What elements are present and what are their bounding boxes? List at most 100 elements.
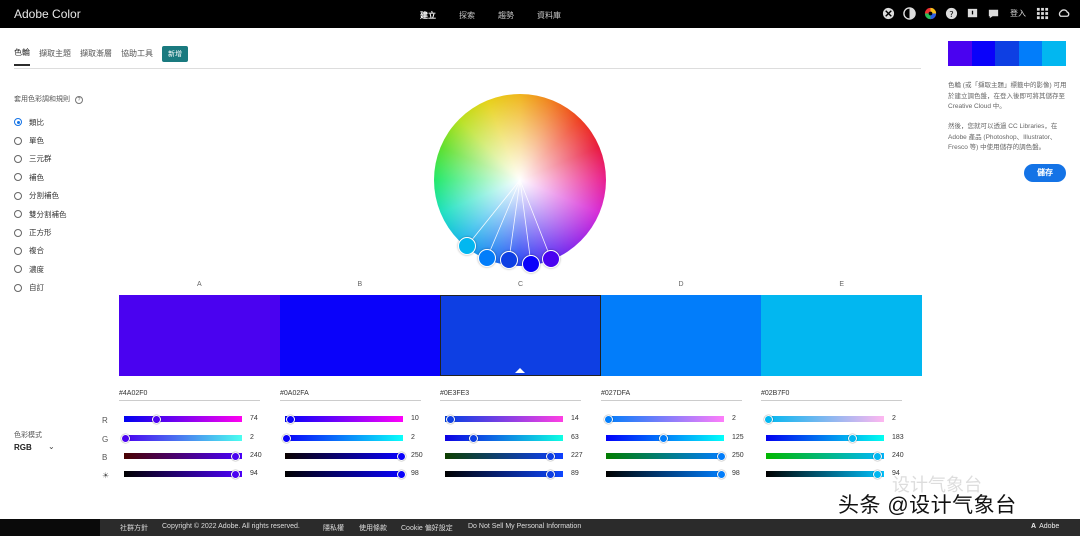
brightness-value[interactable]: 94 bbox=[250, 470, 258, 477]
blue-slider[interactable] bbox=[285, 451, 406, 461]
wheel-handle-c[interactable] bbox=[500, 251, 518, 269]
app-grid-icon[interactable] bbox=[1036, 7, 1049, 20]
alert-icon[interactable] bbox=[966, 7, 979, 20]
swatch-a[interactable] bbox=[119, 295, 280, 376]
color-mode-select[interactable]: RGB bbox=[14, 443, 32, 452]
nav-explore[interactable]: 探索 bbox=[459, 10, 498, 21]
brightness-slider[interactable] bbox=[606, 469, 726, 479]
wheel-handle-a[interactable] bbox=[542, 250, 560, 268]
rule-double-split-complementary[interactable]: 雙分割補色 bbox=[14, 205, 67, 223]
globe-icon[interactable] bbox=[882, 7, 895, 20]
tab-accessibility[interactable]: 協助工具 bbox=[121, 48, 153, 65]
blue-slider[interactable] bbox=[124, 451, 242, 461]
brightness-slider[interactable] bbox=[445, 469, 563, 479]
radio-button[interactable] bbox=[14, 173, 22, 182]
green-slider[interactable] bbox=[766, 433, 884, 443]
brightness-value[interactable]: 89 bbox=[571, 470, 579, 477]
green-value[interactable]: 2 bbox=[250, 434, 254, 441]
radio-button[interactable] bbox=[14, 118, 22, 127]
swatch-d[interactable] bbox=[600, 295, 762, 376]
radio-button[interactable] bbox=[14, 210, 22, 219]
radio-button[interactable] bbox=[14, 154, 22, 163]
blue-value[interactable]: 250 bbox=[732, 452, 744, 459]
rule-triad[interactable]: 三元群 bbox=[14, 150, 67, 168]
nav-library[interactable]: 資料庫 bbox=[537, 10, 576, 21]
blue-value[interactable]: 240 bbox=[892, 452, 904, 459]
swatch-b[interactable] bbox=[279, 295, 441, 376]
app-title[interactable]: Adobe Color bbox=[14, 7, 81, 21]
red-value[interactable]: 14 bbox=[571, 415, 579, 422]
blue-slider[interactable] bbox=[445, 451, 563, 461]
nav-trends[interactable]: 趨勢 bbox=[498, 10, 537, 21]
chevron-down-icon[interactable]: ⌄ bbox=[48, 442, 55, 451]
brightness-slider[interactable] bbox=[124, 469, 242, 479]
brightness-value[interactable]: 98 bbox=[411, 470, 419, 477]
green-value[interactable]: 125 bbox=[732, 434, 744, 441]
red-value[interactable]: 74 bbox=[250, 415, 258, 422]
green-value[interactable]: 183 bbox=[892, 434, 904, 441]
nav-create[interactable]: 建立 bbox=[420, 10, 459, 21]
blue-slider[interactable] bbox=[766, 451, 884, 461]
chat-icon[interactable] bbox=[987, 7, 1000, 20]
tab-extract-gradient[interactable]: 擷取漸層 bbox=[80, 48, 112, 65]
rule-complementary[interactable]: 補色 bbox=[14, 168, 67, 186]
blue-slider[interactable] bbox=[606, 451, 726, 461]
green-slider[interactable] bbox=[606, 433, 724, 443]
radio-button[interactable] bbox=[14, 246, 22, 255]
footer-link-do-not-sell[interactable]: Do Not Sell My Personal Information bbox=[468, 523, 581, 530]
green-value[interactable]: 63 bbox=[571, 434, 579, 441]
green-value[interactable]: 2 bbox=[411, 434, 415, 441]
rule-split-complementary[interactable]: 分割補色 bbox=[14, 187, 67, 205]
red-value[interactable]: 2 bbox=[732, 415, 736, 422]
footer-link-community[interactable]: 社群方針 bbox=[120, 523, 148, 533]
red-slider[interactable] bbox=[285, 414, 403, 424]
blue-value[interactable]: 240 bbox=[250, 452, 262, 459]
wheel-handle-e[interactable] bbox=[458, 237, 476, 255]
rule-shades[interactable]: 濃度 bbox=[14, 260, 67, 278]
hex-input[interactable]: #02B7F0 bbox=[761, 390, 902, 401]
tab-extract-theme[interactable]: 擷取主題 bbox=[39, 48, 71, 65]
radio-button[interactable] bbox=[14, 283, 22, 292]
creative-cloud-icon[interactable] bbox=[1057, 7, 1070, 20]
red-slider[interactable] bbox=[445, 414, 563, 424]
green-slider[interactable] bbox=[282, 433, 403, 443]
radio-button[interactable] bbox=[14, 136, 22, 145]
login-link[interactable]: 登入 bbox=[1010, 8, 1026, 19]
hex-input[interactable]: #4A02F0 bbox=[119, 390, 260, 401]
rule-square[interactable]: 正方形 bbox=[14, 223, 67, 241]
green-slider[interactable] bbox=[445, 433, 563, 443]
red-value[interactable]: 10 bbox=[411, 415, 419, 422]
brightness-slider[interactable] bbox=[766, 469, 884, 479]
radio-button[interactable] bbox=[14, 265, 22, 274]
help-icon[interactable]: ? bbox=[75, 96, 83, 104]
brightness-slider[interactable] bbox=[285, 469, 406, 479]
red-slider[interactable] bbox=[604, 414, 724, 424]
green-slider[interactable] bbox=[121, 433, 242, 443]
footer-link-cookies[interactable]: Cookie 偏好設定 bbox=[401, 523, 453, 533]
color-wheel-icon[interactable] bbox=[924, 7, 937, 20]
swatch-e[interactable] bbox=[761, 295, 922, 376]
contrast-icon[interactable] bbox=[903, 7, 916, 20]
help-icon[interactable]: ? bbox=[945, 7, 958, 20]
hex-input[interactable]: #027DFA bbox=[601, 390, 742, 401]
rule-custom[interactable]: 自訂 bbox=[14, 279, 67, 297]
red-slider[interactable] bbox=[124, 414, 242, 424]
red-value[interactable]: 2 bbox=[892, 415, 896, 422]
red-slider[interactable] bbox=[764, 414, 884, 424]
radio-button[interactable] bbox=[14, 228, 22, 237]
wheel-handle-d[interactable] bbox=[478, 249, 496, 267]
blue-value[interactable]: 227 bbox=[571, 452, 583, 459]
footer-link-privacy[interactable]: 隱私權 bbox=[323, 523, 344, 533]
save-button[interactable]: 儲存 bbox=[1024, 164, 1066, 182]
blue-value[interactable]: 250 bbox=[411, 452, 423, 459]
hex-input[interactable]: #0A02FA bbox=[280, 390, 421, 401]
tab-color-wheel[interactable]: 色輪 bbox=[14, 47, 30, 66]
hex-input[interactable]: #0E3FE3 bbox=[440, 390, 581, 401]
footer-link-terms[interactable]: 使用條款 bbox=[359, 523, 387, 533]
rule-analogous[interactable]: 類比 bbox=[14, 113, 67, 131]
rule-monochromatic[interactable]: 單色 bbox=[14, 131, 67, 149]
wheel-handle-b[interactable] bbox=[522, 255, 540, 273]
brightness-value[interactable]: 98 bbox=[732, 470, 740, 477]
rule-compound[interactable]: 複合 bbox=[14, 242, 67, 260]
swatch-c[interactable] bbox=[440, 295, 601, 376]
